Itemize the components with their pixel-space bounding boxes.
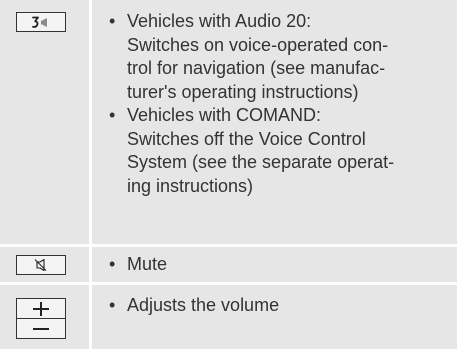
volume-up-button[interactable] [16, 298, 66, 319]
mute-button[interactable] [16, 255, 66, 275]
description-cell: • Vehicles with Audio 20: Switches on vo… [92, 0, 457, 244]
item-line: turer's operating instructions) [127, 81, 359, 102]
table-row: • Vehicles with Audio 20: Switches on vo… [0, 0, 457, 244]
mute-speaker-icon [34, 258, 47, 272]
voice-control-icon [32, 16, 47, 28]
table-row: • Adjusts the volume [0, 285, 457, 349]
item-heading: Vehicles with COMAND: [127, 105, 322, 125]
bullet: • [109, 11, 116, 31]
key-cell [0, 247, 89, 282]
item-line: System (see the separate operat- [127, 152, 395, 172]
list-item: • Vehicles with Audio 20: Switches on vo… [92, 10, 449, 104]
volume-down-button[interactable] [16, 318, 66, 339]
item-heading: Adjusts the volume [127, 295, 280, 315]
item-line: Switches off the Voice Control [127, 128, 366, 149]
item-line: trol for navigation (see manufac- [127, 58, 386, 78]
item-line: Switches on voice-operated con- [127, 34, 389, 55]
button-description-table: • Vehicles with Audio 20: Switches on vo… [0, 0, 457, 349]
bullet: • [109, 254, 116, 274]
bullet: • [109, 295, 116, 315]
table-row: • Mute [0, 247, 457, 282]
minus-icon [33, 327, 49, 330]
description-cell: • Adjusts the volume [92, 285, 457, 349]
item-heading: Vehicles with Audio 20: [127, 11, 312, 31]
voice-control-button[interactable] [16, 12, 66, 32]
key-cell [0, 285, 89, 349]
plus-icon [33, 301, 49, 316]
item-heading: Mute [127, 254, 168, 274]
description-cell: • Mute [92, 247, 457, 282]
item-line: ing instructions) [127, 175, 254, 196]
bullet: • [109, 105, 116, 125]
list-item: • Adjusts the volume [92, 294, 279, 318]
key-cell [0, 0, 89, 244]
list-item: • Mute [92, 253, 167, 277]
list-item: • Vehicles with COMAND: Switches off the… [92, 104, 449, 198]
